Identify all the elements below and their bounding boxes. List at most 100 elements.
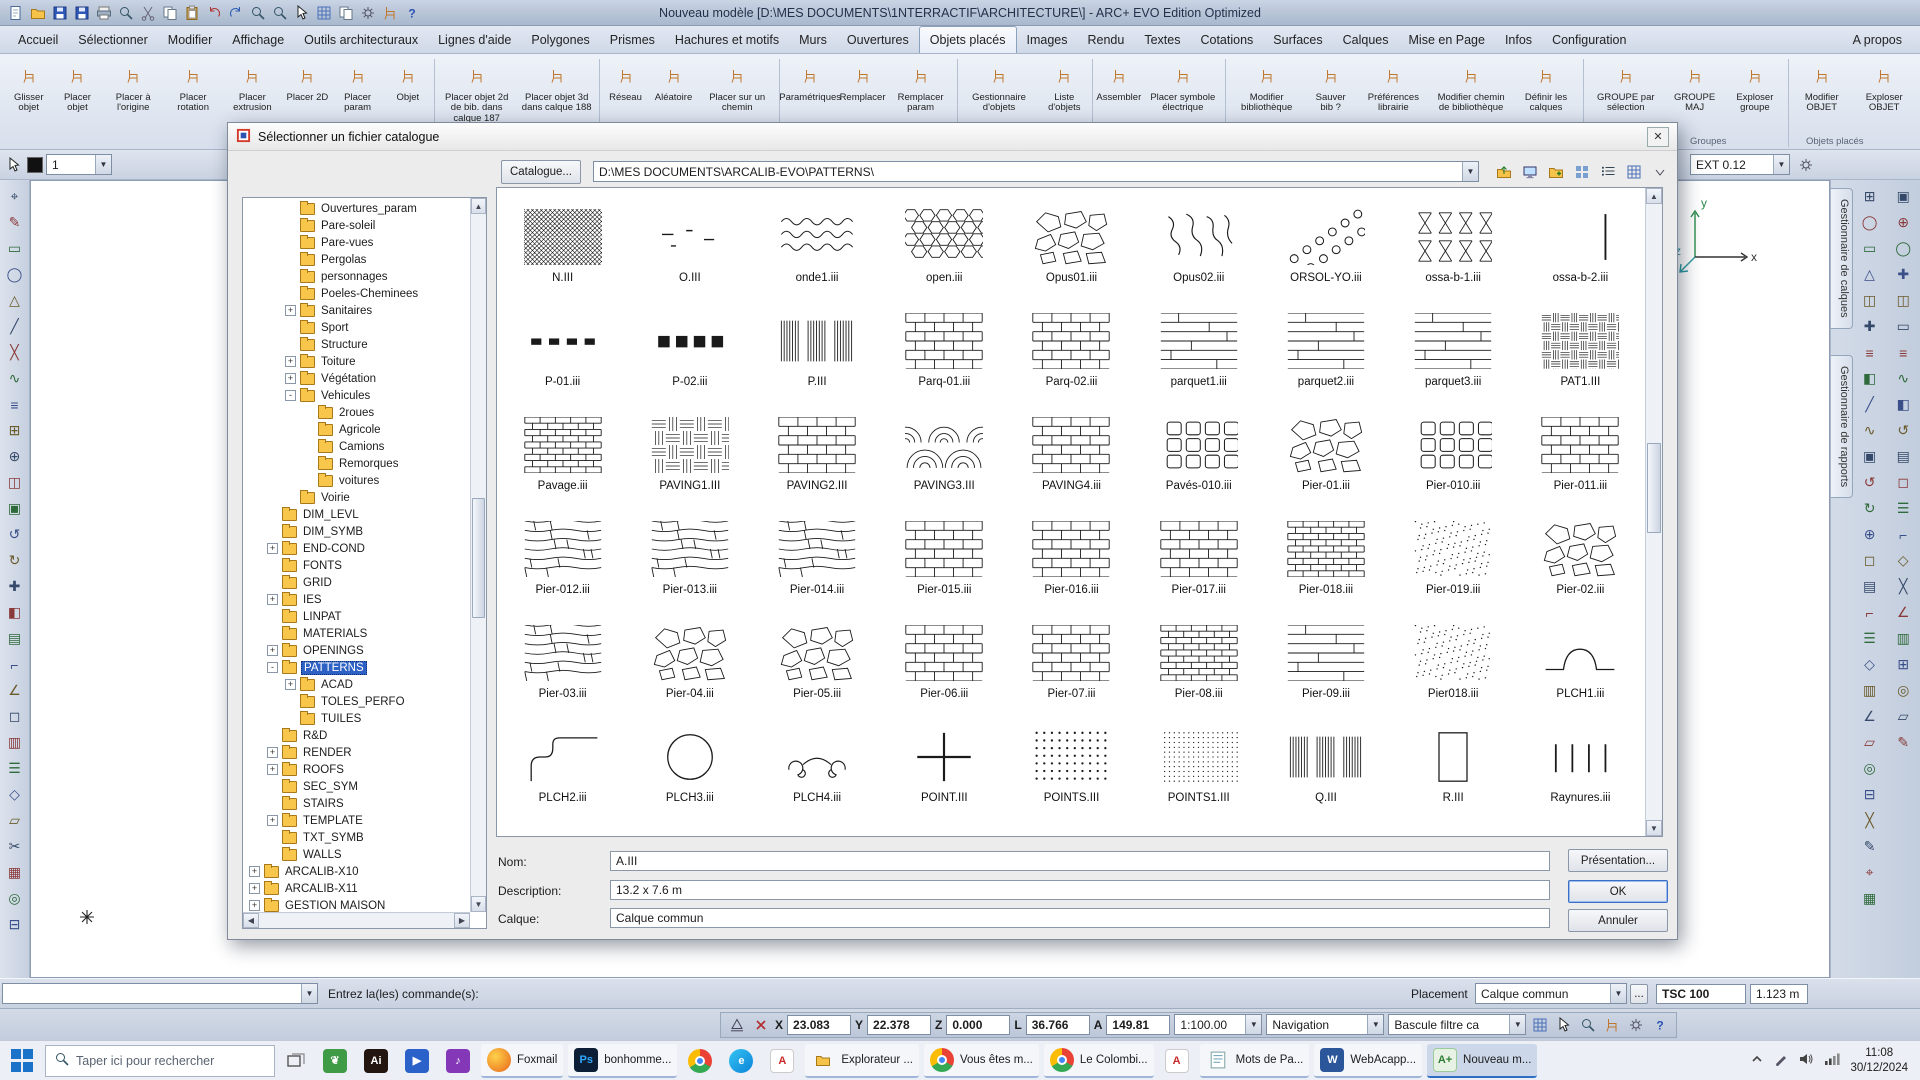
app-chrome-2[interactable]: Vous êtes m... (924, 1044, 1039, 1078)
zoom-out-icon[interactable] (270, 3, 290, 23)
tree-item-tuiles[interactable]: TUILES (243, 710, 470, 727)
up-one-level-icon[interactable] (1492, 161, 1515, 183)
tree-item-dim-levl[interactable]: DIM_LEVL (243, 506, 470, 523)
redo-icon[interactable] (226, 3, 246, 23)
right-tool-a-27-icon[interactable]: ⌖ (1858, 860, 1882, 885)
right-tool-b-14-icon[interactable]: ⌐ (1891, 522, 1915, 547)
right-tool-a-25-icon[interactable]: ╳ (1858, 808, 1882, 833)
pattern-item-pier-016-iii[interactable]: Pier-016.iii (1008, 506, 1135, 610)
scroll-right-icon[interactable]: ▶ (454, 913, 470, 928)
tree-expander-icon[interactable]: + (267, 645, 278, 656)
left-tool-14-icon[interactable]: ↺ (3, 522, 27, 547)
app-chrome[interactable] (682, 1044, 718, 1078)
tree-item-stairs[interactable]: STAIRS (243, 795, 470, 812)
zoom-in-icon[interactable] (248, 3, 268, 23)
print-icon[interactable] (94, 3, 114, 23)
app-blue[interactable]: ▶ (399, 1044, 435, 1078)
menu-polygones[interactable]: Polygones (521, 26, 599, 53)
left-tool-10-icon[interactable]: ⊞ (3, 418, 27, 443)
ribbon-button-al-atoire[interactable]: Aléatoire (650, 57, 698, 107)
right-tool-a-13-icon[interactable]: ↻ (1858, 496, 1882, 521)
pattern-item-parquet1-iii[interactable]: parquet1.iii (1135, 298, 1262, 402)
tree-item-sec-sym[interactable]: SEC_SYM (243, 778, 470, 795)
menu-affichage[interactable]: Affichage (222, 26, 294, 53)
tree-item-2roues[interactable]: 2roues (243, 404, 470, 421)
right-tool-a-12-icon[interactable]: ↺ (1858, 470, 1882, 495)
pattern-item-pier-015-iii[interactable]: Pier-015.iii (881, 506, 1008, 610)
pattern-item-r-iii[interactable]: R.III (1390, 714, 1517, 818)
ribbon-button-placer-objet-3d-dans-calque-188[interactable]: Placer objet 3d dans calque 188 (517, 57, 597, 118)
pattern-item-p-iii[interactable]: P.III (753, 298, 880, 402)
tree-expander-icon[interactable]: + (249, 883, 260, 894)
right-tool-b-4-icon[interactable]: ✚ (1891, 262, 1915, 287)
ribbon-button-groupe-par-s-lection[interactable]: GROUPE par sélection (1586, 57, 1666, 118)
paste-icon[interactable] (182, 3, 202, 23)
tree-item-acad[interactable]: +ACAD (243, 676, 470, 693)
tree-item-voitures[interactable]: voitures (243, 472, 470, 489)
tree-expander-icon[interactable]: + (285, 305, 296, 316)
right-tool-a-8-icon[interactable]: ◧ (1858, 366, 1882, 391)
z-coordinate-value[interactable]: 0.000 (946, 1015, 1010, 1035)
help-icon[interactable]: ? (402, 3, 422, 23)
pattern-item-pat1-iii[interactable]: PAT1.III (1517, 298, 1644, 402)
tree-expander-icon[interactable]: + (285, 679, 296, 690)
pattern-item-o-iii[interactable]: O.III (626, 194, 753, 298)
left-tool-25-icon[interactable]: ▱ (3, 808, 27, 833)
right-tool-a-3-icon[interactable]: ▭ (1858, 236, 1882, 261)
menu-ouvertures[interactable]: Ouvertures (837, 26, 919, 53)
left-tool-1-icon[interactable]: ⌖ (3, 184, 27, 209)
left-tool-4-icon[interactable]: ◯ (3, 262, 27, 287)
tree-item-pergolas[interactable]: Pergolas (243, 251, 470, 268)
ribbon-button-placer-2d[interactable]: Placer 2D (283, 57, 331, 107)
ribbon-button-d-finir-les-calques[interactable]: Définir les calques (1511, 57, 1581, 118)
left-tool-9-icon[interactable]: ≡ (3, 392, 27, 417)
pattern-item-pier018-iii[interactable]: Pier018.iii (1390, 610, 1517, 714)
catalog-path-combo[interactable]: D:\MES DOCUMENTS\ARCALIB-EVO\PATTERNS\▼ (593, 161, 1479, 182)
left-tool-17-icon[interactable]: ◧ (3, 600, 27, 625)
ribbon-button-modifier-objet[interactable]: Modifier OBJET (1791, 57, 1852, 118)
pattern-item-plch4-iii[interactable]: PLCH4.iii (753, 714, 880, 818)
app-foxmail[interactable]: Foxmail (481, 1044, 563, 1078)
tree-item-patterns[interactable]: -PATTERNS (243, 659, 470, 676)
dialog-titlebar[interactable]: Sélectionner un fichier catalogue ✕ (228, 123, 1677, 151)
scroll-left-icon[interactable]: ◀ (243, 913, 259, 928)
right-tool-b-21-icon[interactable]: ▱ (1891, 704, 1915, 729)
left-tool-27-icon[interactable]: ▦ (3, 860, 27, 885)
tree-expander-icon[interactable]: + (249, 900, 260, 911)
description-input[interactable]: 13.2 x 7.6 m (610, 880, 1550, 900)
ribbon-button-glisser-objet[interactable]: Glisser objet (4, 57, 53, 118)
menu-lignes-d-aide[interactable]: Lignes d'aide (428, 26, 521, 53)
right-tool-b-3-icon[interactable]: ◯ (1891, 236, 1915, 261)
angle-value-value[interactable]: 149.81 (1106, 1015, 1170, 1035)
tree-item-fonts[interactable]: FONTS (243, 557, 470, 574)
tab-layer-manager[interactable]: Gestionnaire de calques (1831, 188, 1853, 329)
app-ai[interactable]: Ai (358, 1044, 394, 1078)
tree-item-openings[interactable]: +OPENINGS (243, 642, 470, 659)
tab-report-manager[interactable]: Gestionnaire de rapports (1831, 355, 1853, 498)
ribbon-button-remplacer-param[interactable]: Remplacer param (887, 57, 955, 118)
right-tool-a-28-icon[interactable]: ▦ (1858, 886, 1882, 911)
right-tool-b-16-icon[interactable]: ╳ (1891, 574, 1915, 599)
pattern-item-pier-018-iii[interactable]: Pier-018.iii (1262, 506, 1389, 610)
pattern-item-parquet2-iii[interactable]: parquet2.iii (1262, 298, 1389, 402)
pattern-item-pier-06-iii[interactable]: Pier-06.iii (881, 610, 1008, 714)
app-arc-tools[interactable]: ❦ (317, 1044, 353, 1078)
left-tool-7-icon[interactable]: ╳ (3, 340, 27, 365)
pattern-item-ossa-b-2-iii[interactable]: ossa-b-2.iii (1517, 194, 1644, 298)
pattern-item-opus01-iii[interactable]: Opus01.iii (1008, 194, 1135, 298)
pattern-item-pier-01-iii[interactable]: Pier-01.iii (1262, 402, 1389, 506)
app-chrome-3[interactable]: Le Colombi... (1044, 1044, 1154, 1078)
ribbon-button-r-seau[interactable]: Réseau (602, 57, 650, 107)
right-tool-b-18-icon[interactable]: ▥ (1891, 626, 1915, 651)
pattern-item-parq-01-iii[interactable]: Parq-01.iii (881, 298, 1008, 402)
left-tool-5-icon[interactable]: △ (3, 288, 27, 313)
pattern-item-pier-012-iii[interactable]: Pier-012.iii (499, 506, 626, 610)
pattern-item-q-iii[interactable]: Q.III (1262, 714, 1389, 818)
pattern-item-pier-07-iii[interactable]: Pier-07.iii (1008, 610, 1135, 714)
tree-item-vehicules[interactable]: -Vehicules (243, 387, 470, 404)
ribbon-button-gestionnaire-d-objets[interactable]: Gestionnaire d'objets (959, 57, 1038, 118)
ok-button[interactable]: OK (1568, 880, 1668, 903)
speaker-icon[interactable] (1798, 1052, 1814, 1069)
tree-item-ouvertures-param[interactable]: Ouvertures_param (243, 200, 470, 217)
more-button[interactable]: ... (1630, 984, 1648, 1004)
